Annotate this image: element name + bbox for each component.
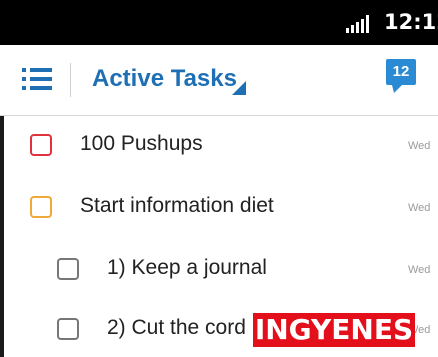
hamburger-menu-icon[interactable]: [22, 65, 52, 93]
triangle-corner-icon[interactable]: [232, 81, 246, 95]
calendar-date-value: 12: [392, 63, 410, 80]
status-bar: 12:12: [0, 0, 438, 45]
task-label: 1) Keep a journal: [107, 256, 267, 279]
task-due-date: Wed: [408, 140, 431, 152]
task-checkbox[interactable]: [30, 196, 52, 218]
status-time: 12:12: [384, 10, 438, 34]
list-title-dropdown[interactable]: Active Tasks: [92, 65, 237, 93]
task-row[interactable]: Start information diet Wed: [0, 178, 438, 240]
task-due-date: Wed: [408, 264, 431, 276]
task-row[interactable]: 1) Keep a journal Wed: [0, 240, 438, 302]
watermark-stamp: INGYENES: [253, 313, 415, 347]
task-checkbox[interactable]: [57, 258, 79, 280]
task-label: 100 Pushups: [80, 132, 203, 155]
calendar-badge-button[interactable]: 12: [386, 59, 416, 99]
task-checkbox[interactable]: [57, 318, 79, 340]
task-label: Start information diet: [80, 194, 274, 217]
app-screen: 12:12 Active Tasks 12 100 Pushups Wed: [0, 0, 438, 357]
task-due-date: Wed: [408, 202, 431, 214]
task-row[interactable]: 100 Pushups Wed: [0, 116, 438, 178]
signal-bars-icon: [346, 15, 372, 33]
task-label: 2) Cut the cord: [107, 316, 246, 339]
task-checkbox[interactable]: [30, 134, 52, 156]
app-header: Active Tasks 12: [0, 45, 438, 116]
header-divider: [70, 63, 71, 97]
